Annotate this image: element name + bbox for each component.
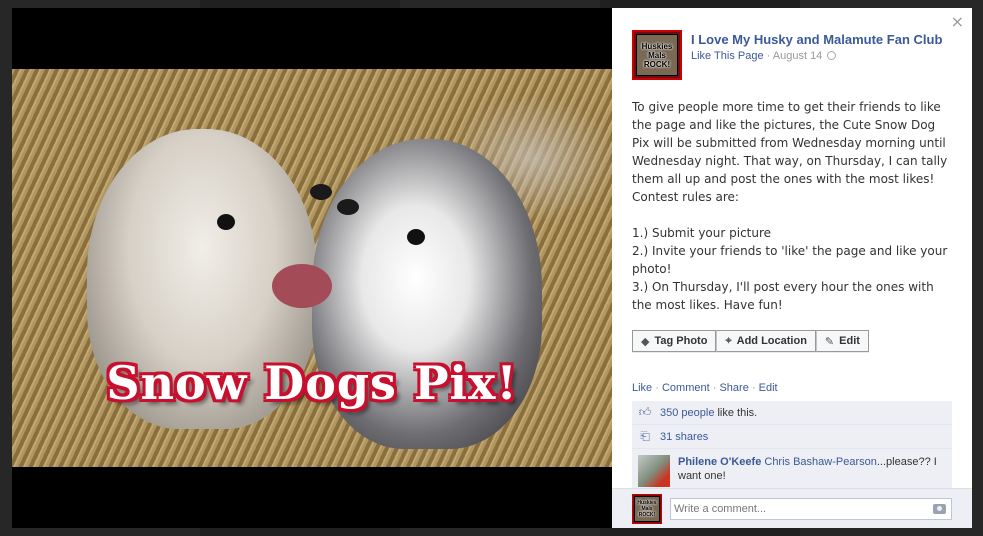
photo-overlay-title: Snow Dogs Pix! [106, 356, 518, 410]
photo-details-panel: × Huskies Mals ROCK! I Love My Husky and… [612, 8, 972, 528]
shares-link[interactable]: 31 shares [660, 431, 708, 443]
edit-link[interactable]: Edit [759, 382, 778, 394]
page-name-link[interactable]: I Love My Husky and Malamute Fan Club [691, 32, 942, 47]
likes-count-link[interactable]: 350 people [660, 407, 714, 419]
puppy-mouth [272, 264, 332, 308]
comment-input[interactable] [670, 497, 952, 520]
shares-row: ⎗ 31 shares [632, 425, 952, 449]
commenter-avatar[interactable] [638, 455, 670, 487]
tagged-person[interactable]: Chris Bashaw-Pearson [764, 456, 877, 468]
like-page-link[interactable]: Like This Page [691, 50, 764, 62]
edit-label: Edit [839, 335, 860, 347]
tag-photo-label: Tag Photo [654, 335, 708, 347]
contest-rule: 2.) Invite your friends to 'like' the pa… [632, 244, 948, 276]
puppy-eye [217, 214, 235, 230]
page-avatar[interactable]: Huskies Mals ROCK! [632, 30, 682, 80]
puppy-nose [337, 199, 359, 215]
post-meta: Like This Page · August 14 [691, 50, 942, 62]
pencil-icon: ✎ [824, 335, 835, 348]
add-location-button[interactable]: ⌖ Add Location [716, 330, 816, 352]
likes-row: 👍︎ 350 people like this. [632, 401, 952, 425]
contest-rule: 1.) Submit your picture [632, 226, 772, 240]
tag-icon: ◆ [641, 335, 650, 348]
page-header: Huskies Mals ROCK! I Love My Husky and M… [632, 30, 962, 80]
camera-icon[interactable] [933, 504, 946, 514]
page-avatar-logo: Huskies Mals ROCK! [636, 34, 678, 76]
post-date[interactable]: August 14 [773, 50, 823, 62]
post-description: To give people more time to get their fr… [632, 98, 954, 314]
meta-separator: · [766, 50, 771, 62]
photo-stage: Snow Dogs Pix! [12, 8, 612, 528]
share-icon: ⎗ [640, 429, 650, 443]
share-link[interactable]: Share [719, 382, 748, 394]
thumbs-up-icon: 👍︎ [638, 405, 652, 419]
edit-button[interactable]: ✎ Edit [815, 330, 869, 352]
link-separator: · [712, 382, 717, 394]
post-paragraph: To give people more time to get their fr… [632, 100, 948, 204]
feedback-links: Like · Comment · Share · Edit [632, 382, 778, 394]
composer-avatar: Huskies Mals ROCK! [632, 493, 662, 524]
composer-avatar-logo: Huskies Mals ROCK! [634, 495, 660, 522]
tag-photo-button[interactable]: ◆ Tag Photo [632, 330, 717, 352]
likes-suffix: like this. [717, 406, 758, 419]
photo-actions: ◆ Tag Photo ⌖ Add Location ✎ Edit [632, 330, 869, 352]
contest-rule: 3.) On Thursday, I'll post every hour th… [632, 280, 934, 312]
close-icon[interactable]: × [951, 12, 964, 31]
page-header-text: I Love My Husky and Malamute Fan Club Li… [691, 32, 942, 62]
comment-body: Philene O'Keefe Chris Bashaw-Pearson...p… [678, 455, 946, 487]
like-link[interactable]: Like [632, 382, 652, 394]
comment-item: Philene O'Keefe Chris Bashaw-Pearson...p… [632, 449, 952, 493]
puppy-eye [407, 229, 425, 245]
feedback-box: 👍︎ 350 people like this. ⎗ 31 shares Phi… [632, 401, 952, 493]
comment-link[interactable]: Comment [662, 382, 710, 394]
commenter-name[interactable]: Philene O'Keefe [678, 456, 761, 468]
puppy-nose [310, 184, 332, 200]
location-pin-icon: ⌖ [725, 334, 732, 347]
link-separator: · [751, 382, 756, 394]
photo[interactable]: Snow Dogs Pix! [12, 69, 612, 467]
clock-icon [827, 51, 837, 60]
link-separator: · [655, 382, 659, 394]
comment-composer: Huskies Mals ROCK! [612, 488, 972, 528]
add-location-label: Add Location [736, 335, 807, 347]
